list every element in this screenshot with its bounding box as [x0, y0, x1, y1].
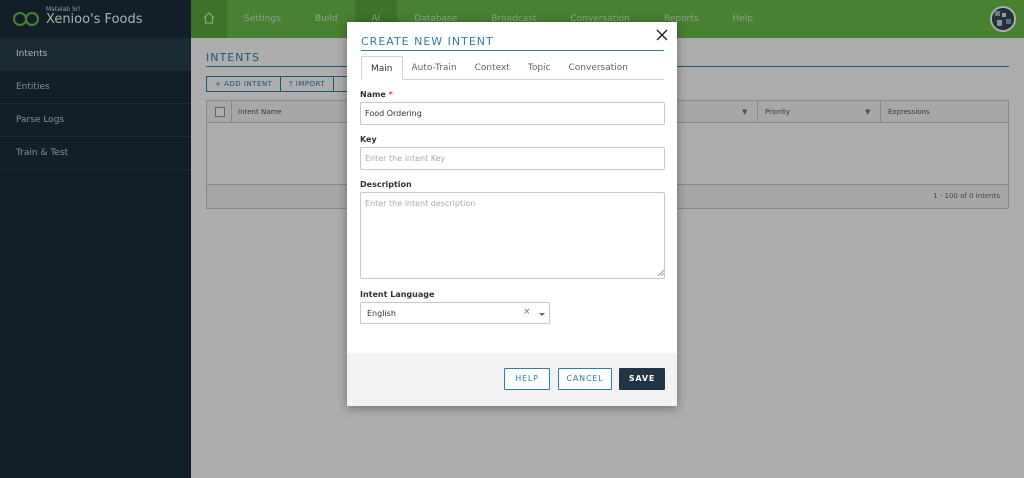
name-input[interactable] — [360, 102, 665, 125]
dialog-title: CREATE NEW INTENT — [361, 35, 494, 48]
close-icon[interactable] — [654, 27, 670, 43]
tab-conversation[interactable]: Conversation — [560, 56, 638, 80]
save-button[interactable]: SAVE — [619, 368, 665, 390]
clear-selection-icon[interactable]: × — [523, 307, 531, 317]
name-label: Name * — [360, 90, 393, 99]
tab-auto-train[interactable]: Auto-Train — [403, 56, 466, 80]
key-label: Key — [360, 135, 377, 144]
tab-context[interactable]: Context — [466, 56, 519, 80]
intent-language-select[interactable]: English × — [360, 302, 550, 324]
description-label: Description — [360, 180, 412, 189]
help-button[interactable]: HELP — [504, 368, 550, 390]
chevron-down-icon[interactable] — [537, 309, 547, 319]
description-textarea[interactable] — [360, 192, 665, 279]
selected-language: English — [367, 309, 396, 318]
create-intent-dialog: CREATE NEW INTENT Main Auto-Train Contex… — [347, 22, 677, 406]
key-input[interactable] — [360, 147, 665, 170]
dialog-tabs: Main Auto-Train Context Topic Conversati… — [361, 56, 664, 81]
name-label-text: Name — [360, 90, 386, 99]
intent-language-label: Intent Language — [360, 290, 435, 299]
cancel-button[interactable]: CANCEL — [558, 368, 612, 390]
resize-grip-icon[interactable] — [658, 270, 664, 276]
dialog-title-divider — [361, 50, 664, 51]
tab-main[interactable]: Main — [361, 56, 403, 81]
tab-topic[interactable]: Topic — [519, 56, 560, 80]
required-marker: * — [388, 90, 393, 99]
